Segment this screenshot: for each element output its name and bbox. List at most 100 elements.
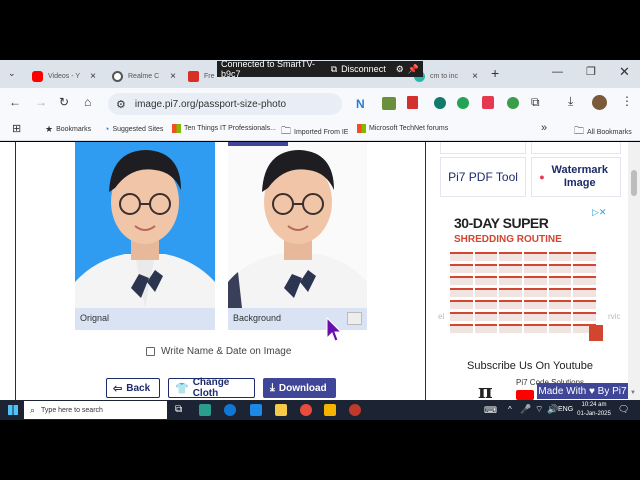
- extension-icon[interactable]: [434, 97, 446, 109]
- apps-grid-icon[interactable]: ⊞: [12, 122, 21, 135]
- search-icon: ⌕: [30, 404, 36, 415]
- ad-grid-row: [450, 252, 597, 261]
- extension-icon[interactable]: [507, 97, 519, 109]
- bookmarks-bar: ⊞ ★ Bookmarks ◔ Suggested Sites Ten Thin…: [0, 119, 640, 141]
- download-button[interactable]: ⤓ Download: [263, 378, 336, 398]
- profile-avatar[interactable]: [592, 95, 607, 110]
- tab-label: cm to inc: [430, 73, 459, 80]
- new-tab-icon[interactable]: +: [491, 65, 499, 81]
- tab-fre[interactable]: Fre: [182, 65, 218, 88]
- task-view-icon[interactable]: ⧉: [175, 404, 182, 415]
- ad-grid-row: [450, 264, 597, 273]
- microphone-icon[interactable]: 🎤: [520, 404, 531, 415]
- file-explorer-icon[interactable]: [324, 404, 336, 416]
- extension-pdf-icon[interactable]: [407, 96, 418, 109]
- windows-logo-icon: [172, 124, 181, 133]
- watermark-link[interactable]: ● Watermark Image: [531, 157, 621, 197]
- youtube-subscribe-icon[interactable]: [516, 390, 534, 400]
- download-icon: ⤓: [270, 381, 275, 394]
- background-photo-card: Background: [228, 142, 367, 330]
- sidebar-tool-tile[interactable]: [440, 142, 526, 154]
- taskbar-app-icon[interactable]: [250, 404, 262, 416]
- back-icon[interactable]: ←: [9, 95, 21, 109]
- watermark-label: Watermark Image: [551, 164, 608, 189]
- taskbar-app-icon[interactable]: [275, 404, 287, 416]
- all-bookmarks[interactable]: 🗀 All Bookmarks: [574, 124, 632, 141]
- extensions-puzzle-icon[interactable]: ⧉: [531, 95, 540, 110]
- taskbar-search[interactable]: ⌕ Type here to search: [24, 401, 167, 419]
- subscribe-heading: Subscribe Us On Youtube: [467, 360, 593, 372]
- bookmark-suggested-sites[interactable]: ◔ Suggested Sites: [104, 124, 163, 134]
- background-label: Background: [233, 313, 282, 323]
- page-scrollbar[interactable]: ▼: [628, 142, 640, 400]
- bookmark-ten-things[interactable]: Ten Things IT Professionals...: [172, 124, 276, 133]
- close-icon[interactable]: ×: [90, 71, 96, 82]
- tab-search-chevron-icon[interactable]: ⌄: [8, 68, 16, 79]
- ad-grid-row: [450, 288, 597, 297]
- sidebar-tool-tile[interactable]: [531, 142, 621, 154]
- scrollbar-thumb[interactable]: [631, 170, 637, 196]
- original-photo-card: Orignal: [75, 142, 215, 330]
- extension-icon[interactable]: [457, 97, 469, 109]
- downloads-icon[interactable]: ⤓: [568, 94, 573, 109]
- back-button[interactable]: ⇦ Back: [106, 378, 160, 398]
- star-icon: ★: [45, 124, 54, 134]
- tab-label: Realme C: [128, 73, 160, 80]
- bookmark-technet[interactable]: Microsoft TechNet forums: [357, 124, 448, 133]
- taskbar-app-icon[interactable]: [199, 404, 211, 416]
- home-icon[interactable]: ⌂: [84, 95, 91, 109]
- change-cloth-button[interactable]: 👕 Change Cloth: [168, 377, 255, 399]
- ad-grid-row: [450, 276, 597, 285]
- more-bookmarks-chevron-icon[interactable]: »: [541, 122, 547, 134]
- minimize-icon[interactable]: —: [552, 66, 563, 78]
- bookmark-bookmarks[interactable]: ★ Bookmarks: [45, 124, 91, 135]
- reload-icon[interactable]: ↻: [59, 95, 69, 109]
- background-color-swatch[interactable]: [347, 312, 362, 325]
- bookmark-imported-from-ie[interactable]: 🗀 Imported From IE: [281, 124, 348, 141]
- menu-kebab-icon[interactable]: ⋮: [621, 94, 633, 108]
- site-info-icon[interactable]: ⚙: [116, 98, 126, 111]
- adchoices-icon[interactable]: ▷✕: [592, 207, 606, 218]
- edge-browser-icon[interactable]: [224, 404, 236, 416]
- folder-icon: 🗀: [574, 126, 584, 137]
- pdf-tool-link[interactable]: Pi7 PDF Tool: [440, 157, 526, 197]
- forward-icon[interactable]: →: [35, 95, 47, 109]
- write-name-checkbox[interactable]: [146, 347, 155, 356]
- system-tray-chevron-icon[interactable]: ^: [508, 405, 512, 414]
- pin-icon[interactable]: 📌: [408, 64, 419, 75]
- address-bar[interactable]: ⚙ image.pi7.org/passport-size-photo: [108, 93, 342, 115]
- search-placeholder: Type here to search: [41, 406, 103, 414]
- close-icon[interactable]: ×: [170, 71, 176, 82]
- ad-subtitle: SHREDDING ROUTINE: [454, 234, 562, 245]
- language-indicator[interactable]: ENG: [558, 406, 573, 413]
- close-icon[interactable]: ×: [472, 71, 478, 82]
- restore-icon[interactable]: ❐: [586, 65, 596, 78]
- bookmark-label: Ten Things IT Professionals...: [184, 125, 276, 132]
- made-with-badge[interactable]: Made With ♥ By Pi7: [537, 383, 628, 399]
- url-text: image.pi7.org/passport-size-photo: [134, 98, 287, 110]
- tab-realme[interactable]: Realme C ×: [106, 65, 182, 88]
- chrome-icon[interactable]: [300, 404, 312, 416]
- clock[interactable]: 10:24 am 01-Jan-2025: [576, 401, 612, 419]
- keyboard-icon[interactable]: ⌨: [484, 405, 497, 416]
- tab-youtube[interactable]: Videos - Y ×: [26, 65, 102, 88]
- shirt-icon: 👕: [175, 382, 189, 395]
- disconnect-button[interactable]: Disconnect: [341, 64, 386, 74]
- extension-n-icon[interactable]: N: [356, 97, 368, 111]
- scroll-down-icon[interactable]: ▼: [630, 390, 636, 396]
- mouse-cursor-icon: [326, 317, 342, 342]
- extension-icon[interactable]: [482, 96, 494, 109]
- extension-icon[interactable]: [382, 97, 396, 110]
- volume-icon[interactable]: 🔊: [547, 404, 558, 415]
- settings-icon[interactable]: ⚙: [396, 64, 404, 75]
- cast-notification: Connected to SmartTV-b9c7 ⧉ Disconnect ⚙…: [217, 59, 423, 79]
- write-name-option[interactable]: Write Name & Date on Image: [146, 346, 291, 357]
- taskbar-app-icon[interactable]: [349, 404, 361, 416]
- window-close-icon[interactable]: ✕: [619, 64, 630, 80]
- advertisement[interactable]: ▷✕ 30-DAY SUPER SHREDDING ROUTINE: [448, 207, 608, 345]
- edge-icon: ◔: [104, 124, 110, 134]
- notifications-icon[interactable]: 🗨: [618, 404, 629, 415]
- pi7-logo[interactable]: π: [478, 381, 504, 400]
- windows-start-icon[interactable]: [8, 405, 18, 415]
- wifi-icon[interactable]: ⌔: [535, 404, 543, 415]
